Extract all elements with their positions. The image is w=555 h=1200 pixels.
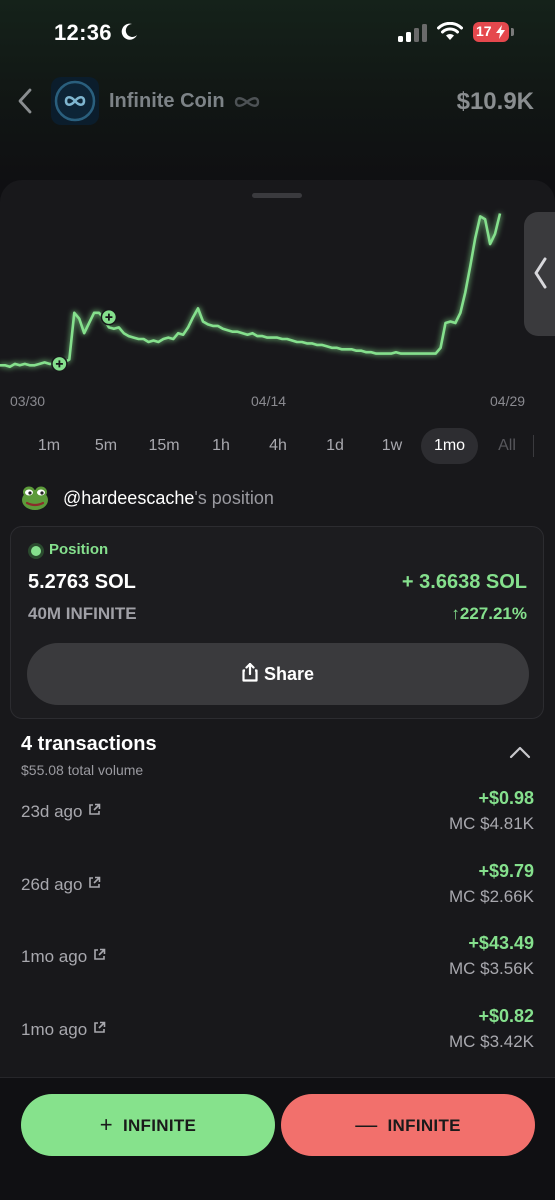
buy-button-content: + INFINITE [21,1094,275,1156]
transaction-time: 1mo ago [21,947,106,967]
transaction-market-cap: MC $3.42K [448,1032,534,1051]
buy-button[interactable]: + INFINITE [21,1094,275,1156]
transaction-row[interactable]: 1mo ago +$0.82 MC $3.42K [0,1006,555,1070]
transaction-time: 23d ago [21,802,101,822]
charging-bolt-icon [496,25,505,39]
transaction-market-cap: MC $4.81K [448,814,534,833]
coin-avatar [51,77,99,125]
battery-indicator: 17 [473,22,515,42]
external-link-icon[interactable] [93,948,106,961]
transaction-amount: +$0.98 [478,788,534,808]
position-pnl-percent: ↑227.21% [451,604,527,623]
chevron-up-icon[interactable] [508,744,532,760]
wifi-icon [437,22,463,40]
status-time: 12:36 [54,20,112,45]
chevron-left-icon [534,257,547,289]
sheet-grabber[interactable] [252,193,302,198]
transaction-time-text: 26d ago [21,875,83,894]
position-card: Position 5.2763 SOL 40M INFINITE + 3.663… [10,526,544,719]
coin-name: Infinite Coin [109,90,225,112]
transaction-time-text: 1mo ago [21,1020,88,1039]
transactions-title: 4 transactions [21,733,157,755]
transaction-market-cap: MC $3.56K [448,959,534,978]
external-link-icon[interactable] [88,876,101,889]
timeframe-4h[interactable]: 4h [255,428,301,464]
battery-level: 17 [476,23,492,39]
coin-header: Infinite Coin $10.9K [0,72,555,136]
x-tick-label: 03/30 [10,393,46,409]
timeframe-1w[interactable]: 1w [369,428,415,464]
plus-icon: + [99,1112,113,1137]
back-chevron-icon[interactable] [15,86,37,116]
share-button-content: Share [27,643,529,705]
position-owner-label: @hardeescache's position [63,488,274,509]
transaction-time-text: 1mo ago [21,947,88,966]
external-link-icon[interactable] [93,1021,106,1034]
position-pnl-sol: + 3.6638 SOL [401,571,527,593]
owner-handle[interactable]: @hardeescache [63,488,194,508]
position-title: Position [49,541,109,558]
battery-tip [511,28,514,36]
moon-icon [121,23,137,40]
transaction-time: 1mo ago [21,1020,106,1040]
sell-button-content: — INFINITE [281,1094,535,1156]
transactions-volume: $55.08 total volume [21,762,144,778]
position-status-dot [31,546,41,556]
position-token-amount: 40M INFINITE [28,604,137,623]
external-link-icon[interactable] [88,803,101,816]
infinity-badge-icon [234,97,260,107]
timeframe-all[interactable]: All [488,428,526,464]
share-button[interactable]: Share [27,643,529,705]
transaction-market-cap: MC $2.66K [448,887,534,906]
share-icon [242,663,258,682]
signal-icon [398,24,427,42]
battery-icon: 17 [473,22,509,42]
status-bar: 12:36 17 [0,0,555,66]
timeframe-1m[interactable]: 1m [26,428,72,464]
transaction-row[interactable]: 23d ago +$0.98 MC $4.81K [0,788,555,852]
x-tick-label: 04/29 [490,393,526,409]
timeframe-5m[interactable]: 5m [83,428,129,464]
timeframe-1h[interactable]: 1h [198,428,244,464]
buy-marker[interactable] [100,308,118,326]
side-panel-tab[interactable] [524,212,555,336]
transaction-time-text: 23d ago [21,802,83,821]
transaction-amount: +$0.82 [478,1006,534,1026]
transaction-amount: +$9.79 [478,861,534,881]
position-owner: @hardeescache's position [20,482,540,516]
timeframe-15m[interactable]: 15m [140,428,188,464]
frog-avatar-icon [22,486,48,510]
owner-suffix: 's position [194,488,274,508]
share-label: Share [263,664,315,684]
buy-label: INFINITE [122,1116,197,1135]
position-sol-amount: 5.2763 SOL [28,571,136,593]
sell-label: INFINITE [387,1116,461,1135]
timeframe-1mo[interactable]: 1mo [421,428,478,464]
transaction-row[interactable]: 1mo ago +$43.49 MC $3.56K [0,933,555,997]
minus-icon: — [355,1112,378,1137]
timeframe-1d[interactable]: 1d [312,428,358,464]
infinity-logo-icon [54,80,96,122]
buy-marker[interactable] [51,355,68,373]
transaction-time: 26d ago [21,875,101,895]
market-cap: $10.9K [456,88,534,115]
sell-button[interactable]: — INFINITE [281,1094,535,1156]
transaction-amount: +$43.49 [468,933,534,953]
price-chart[interactable] [0,205,555,385]
x-tick-label: 04/14 [251,393,287,409]
timeframe-selector: 1m 5m 15m 1h 4h 1d 1w 1mo All [0,428,555,464]
transaction-row[interactable]: 26d ago +$9.79 MC $2.66K [0,861,555,925]
timeframe-divider [533,435,534,457]
price-line [0,213,502,369]
